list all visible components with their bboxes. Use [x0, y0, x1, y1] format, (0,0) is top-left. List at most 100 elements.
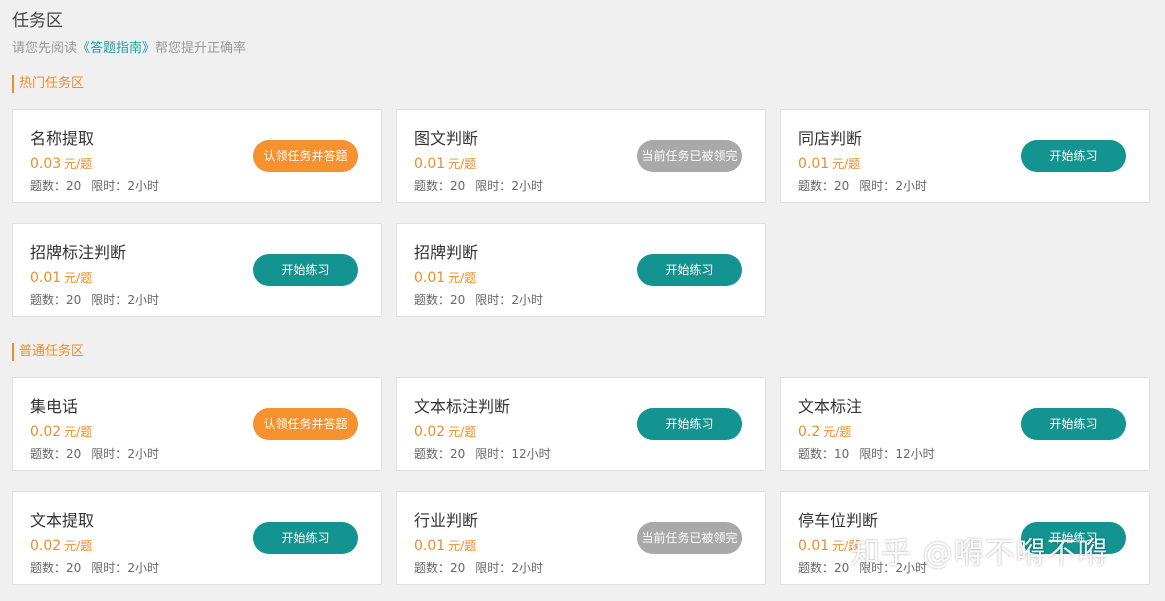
- limit-label: 限时：: [91, 293, 128, 307]
- price-value: 0.01: [798, 156, 830, 172]
- limit-label: 限时：: [475, 447, 512, 461]
- task-price: 0.01 元/题: [414, 155, 476, 172]
- limit-value: 2小时: [127, 561, 159, 575]
- task-meta: 题数：20 限时：2小时: [414, 177, 543, 194]
- task-card: 招牌标注判断 0.01 元/题 题数：20 限时：2小时 开始练习: [12, 223, 382, 317]
- count-value: 20: [66, 293, 82, 307]
- section-title-hot: 热门任务区: [12, 75, 84, 93]
- limit-value: 2小时: [511, 179, 543, 193]
- task-price: 0.2 元/题: [798, 423, 851, 440]
- limit-label: 限时：: [859, 179, 896, 193]
- price-value: 0.01: [414, 270, 446, 286]
- count-value: 20: [450, 561, 466, 575]
- task-name: 同店判断: [798, 129, 863, 148]
- claim-task-button[interactable]: 认领任务并答题: [253, 140, 358, 172]
- task-meta: 题数：20 限时：12小时: [414, 445, 551, 462]
- count-label: 题数：: [798, 447, 835, 461]
- subtitle-after: 帮您提升正确率: [155, 41, 247, 56]
- limit-value: 12小时: [511, 447, 551, 461]
- task-meta: 题数：20 限时：2小时: [798, 559, 927, 576]
- price-unit: 元/题: [64, 157, 93, 171]
- count-value: 10: [834, 447, 850, 461]
- task-claimed-button[interactable]: 当前任务已被领完: [637, 522, 742, 554]
- limit-label: 限时：: [91, 179, 128, 193]
- price-value: 0.01: [414, 538, 446, 554]
- task-meta: 题数：20 限时：2小时: [414, 291, 543, 308]
- count-value: 20: [450, 447, 466, 461]
- start-practice-button[interactable]: 开始练习: [1021, 408, 1126, 440]
- start-practice-button[interactable]: 开始练习: [637, 408, 742, 440]
- price-unit: 元/题: [64, 539, 93, 553]
- start-practice-button[interactable]: 开始练习: [1021, 140, 1126, 172]
- task-name: 招牌标注判断: [30, 243, 127, 262]
- task-price: 0.02 元/题: [30, 537, 92, 554]
- task-name: 图文判断: [414, 129, 479, 148]
- task-meta: 题数：20 限时：2小时: [30, 445, 159, 462]
- task-card: 名称提取 0.03 元/题 题数：20 限时：2小时 认领任务并答题: [12, 109, 382, 203]
- count-label: 题数：: [30, 447, 67, 461]
- task-price: 0.01 元/题: [414, 537, 476, 554]
- count-label: 题数：: [414, 179, 451, 193]
- task-card: 招牌判断 0.01 元/题 题数：20 限时：2小时 开始练习: [396, 223, 766, 317]
- task-price: 0.01 元/题: [414, 269, 476, 286]
- price-unit: 元/题: [823, 425, 852, 439]
- count-label: 题数：: [414, 293, 451, 307]
- task-name: 名称提取: [30, 129, 95, 148]
- price-unit: 元/题: [64, 271, 93, 285]
- limit-label: 限时：: [91, 447, 128, 461]
- task-card: 文本提取 0.02 元/题 题数：20 限时：2小时 开始练习: [12, 491, 382, 585]
- limit-value: 2小时: [895, 561, 927, 575]
- price-value: 0.03: [30, 156, 62, 172]
- limit-value: 2小时: [127, 293, 159, 307]
- price-unit: 元/题: [448, 271, 477, 285]
- limit-label: 限时：: [859, 447, 896, 461]
- price-value: 0.2: [798, 424, 821, 440]
- count-value: 20: [66, 447, 82, 461]
- limit-label: 限时：: [475, 179, 512, 193]
- task-price: 0.02 元/题: [30, 423, 92, 440]
- page-title: 任务区: [12, 11, 63, 31]
- count-value: 20: [66, 179, 82, 193]
- count-label: 题数：: [414, 561, 451, 575]
- limit-value: 2小时: [127, 447, 159, 461]
- task-meta: 题数：20 限时：2小时: [30, 559, 159, 576]
- count-value: 20: [450, 179, 466, 193]
- price-unit: 元/题: [448, 539, 477, 553]
- count-label: 题数：: [30, 179, 67, 193]
- task-price: 0.01 元/题: [798, 537, 860, 554]
- task-card: 停车位判断 0.01 元/题 题数：20 限时：2小时 开始练习: [780, 491, 1150, 585]
- task-claimed-button[interactable]: 当前任务已被领完: [637, 140, 742, 172]
- task-card: 集电话 0.02 元/题 题数：20 限时：2小时 认领任务并答题: [12, 377, 382, 471]
- task-price: 0.01 元/题: [30, 269, 92, 286]
- task-card: 图文判断 0.01 元/题 题数：20 限时：2小时 当前任务已被领完: [396, 109, 766, 203]
- limit-value: 2小时: [511, 561, 543, 575]
- count-label: 题数：: [798, 179, 835, 193]
- limit-value: 2小时: [511, 293, 543, 307]
- count-label: 题数：: [414, 447, 451, 461]
- task-price: 0.01 元/题: [798, 155, 860, 172]
- price-unit: 元/题: [64, 425, 93, 439]
- limit-label: 限时：: [475, 561, 512, 575]
- count-value: 20: [834, 179, 850, 193]
- start-practice-button[interactable]: 开始练习: [1021, 522, 1126, 554]
- start-practice-button[interactable]: 开始练习: [253, 522, 358, 554]
- subtitle-before: 请您先阅读: [12, 41, 78, 56]
- task-price: 0.03 元/题: [30, 155, 92, 172]
- task-meta: 题数：20 限时：2小时: [30, 291, 159, 308]
- claim-task-button[interactable]: 认领任务并答题: [253, 408, 358, 440]
- start-practice-button[interactable]: 开始练习: [637, 254, 742, 286]
- limit-label: 限时：: [475, 293, 512, 307]
- limit-value: 12小时: [895, 447, 935, 461]
- section-title-normal: 普通任务区: [12, 343, 84, 361]
- task-name: 文本标注: [798, 397, 863, 416]
- answer-guide-link[interactable]: 《答题指南》: [77, 41, 155, 56]
- subtitle: 请您先阅读《答题指南》帮您提升正确率: [12, 37, 246, 56]
- task-name: 文本标注判断: [414, 397, 511, 416]
- limit-label: 限时：: [91, 561, 128, 575]
- limit-label: 限时：: [859, 561, 896, 575]
- start-practice-button[interactable]: 开始练习: [253, 254, 358, 286]
- task-meta: 题数：20 限时：2小时: [414, 559, 543, 576]
- price-value: 0.02: [414, 424, 446, 440]
- price-value: 0.02: [30, 538, 62, 554]
- count-value: 20: [450, 293, 466, 307]
